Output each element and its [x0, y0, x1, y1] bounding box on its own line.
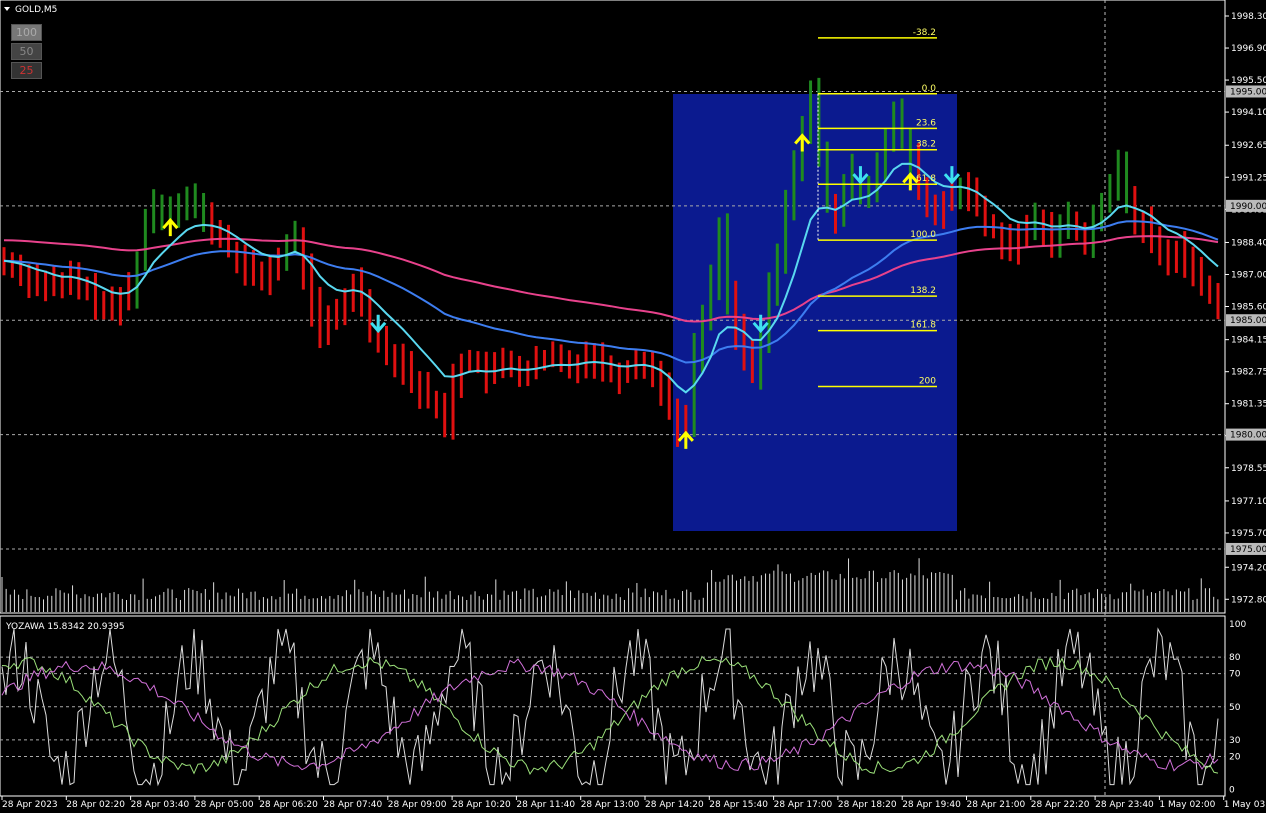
price-tick-label: 1984.15 [1231, 336, 1266, 346]
zoom-50-button[interactable]: 50 [11, 43, 42, 60]
time-tick-label: 28 Apr 23:40 [1095, 800, 1154, 810]
time-tick-label: 28 Apr 15:40 [709, 800, 768, 810]
indicator-tick-label: 20 [1229, 752, 1241, 762]
price-tick-label: 1994.10 [1231, 108, 1266, 118]
time-tick-label: 28 Apr 10:20 [452, 800, 511, 810]
time-tick-label: 28 Apr 05:00 [195, 800, 254, 810]
time-tick-label: 1 May 03:20 [1224, 800, 1266, 810]
indicator-label: YOZAWA 15.8342 20.9395 [5, 622, 125, 632]
time-tick-label: 28 Apr 03:40 [131, 800, 190, 810]
time-tick-label: 28 Apr 09:00 [388, 800, 447, 810]
time-tick-label: 28 Apr 18:20 [838, 800, 897, 810]
fib-level-label: -38.2 [913, 28, 936, 38]
time-tick-label: 28 Apr 17:00 [774, 800, 833, 810]
time-tick-label: 28 Apr 14:20 [645, 800, 704, 810]
fib-level-label: 100.0 [910, 230, 936, 240]
time-tick-label: 28 Apr 21:00 [967, 800, 1026, 810]
fib-level-label: 200 [919, 377, 936, 387]
zoom-100-button[interactable]: 100 [11, 24, 42, 41]
fib-level-label: 0.0 [922, 84, 937, 94]
price-tick-label: 1998.30 [1231, 12, 1266, 22]
price-tick-label: 1987.00 [1231, 270, 1266, 280]
price-tick-label: 1991.25 [1231, 173, 1266, 183]
time-tick-label: 1 May 02:00 [1159, 800, 1215, 810]
price-tick-label: 1978.55 [1231, 464, 1266, 474]
price-tick-label: 1985.60 [1231, 303, 1266, 313]
price-level-label: 1990.00 [1230, 202, 1266, 212]
price-tick-label: 1982.75 [1231, 368, 1266, 378]
indicator-tick-label: 0 [1229, 786, 1235, 796]
indicator-tick-label: 30 [1229, 736, 1241, 746]
time-tick-label: 28 Apr 13:00 [581, 800, 640, 810]
indicator-tick-label: 50 [1229, 703, 1241, 713]
time-tick-label: 28 Apr 07:40 [324, 800, 383, 810]
fib-level-label: 23.6 [916, 118, 936, 128]
price-tick-label: 1974.20 [1231, 563, 1266, 573]
price-level-label: 1980.00 [1230, 431, 1266, 441]
price-level-label: 1975.00 [1230, 545, 1266, 555]
zoom-25-button[interactable]: 25 [11, 62, 42, 79]
price-axis: 1998.30 1996.90 1995.50 1994.10 1992.65 1991.… [1225, 12, 1266, 605]
indicator-tick-label: 80 [1229, 653, 1241, 663]
time-axis: 28 Apr 2023 28 Apr 02:20 28 Apr 03:40 28 Ap… [1, 796, 1266, 810]
chart-canvas: -38.20.023.638.261.8100.0138.2161.8200 1… [0, 0, 1266, 810]
time-tick-label: 28 Apr 19:40 [902, 800, 961, 810]
price-tick-label: 1977.10 [1231, 497, 1266, 507]
fib-level-label: 61.8 [916, 174, 936, 184]
time-tick-label: 28 Apr 11:40 [516, 800, 575, 810]
indicator-panel [0, 615, 1226, 797]
price-tick-label: 1972.80 [1231, 595, 1266, 605]
time-tick-label: 28 Apr 02:20 [66, 800, 125, 810]
fib-level-label: 138.2 [910, 286, 936, 296]
time-tick-label: 28 Apr 2023 [2, 800, 58, 810]
price-tick-label: 1981.35 [1231, 400, 1266, 410]
symbol-label: GOLD,M5 [15, 5, 57, 15]
price-tick-label: 1996.90 [1231, 44, 1266, 54]
price-level-label: 1985.00 [1230, 316, 1266, 326]
price-level-label: 1995.00 [1230, 87, 1266, 97]
price-tick-label: 1992.65 [1231, 141, 1266, 151]
time-tick-label: 28 Apr 06:20 [259, 800, 318, 810]
indicator-tick-label: 100 [1229, 620, 1246, 630]
price-tick-label: 1975.70 [1231, 529, 1266, 539]
fib-level-label: 161.8 [910, 321, 936, 331]
highlight-rectangle[interactable] [673, 94, 957, 531]
indicator-tick-label: 70 [1229, 670, 1241, 680]
time-tick-label: 28 Apr 22:20 [1031, 800, 1090, 810]
price-tick-label: 1988.40 [1231, 238, 1266, 248]
price-tick-label: 1995.50 [1231, 76, 1266, 86]
fib-level-label: 38.2 [916, 140, 936, 150]
